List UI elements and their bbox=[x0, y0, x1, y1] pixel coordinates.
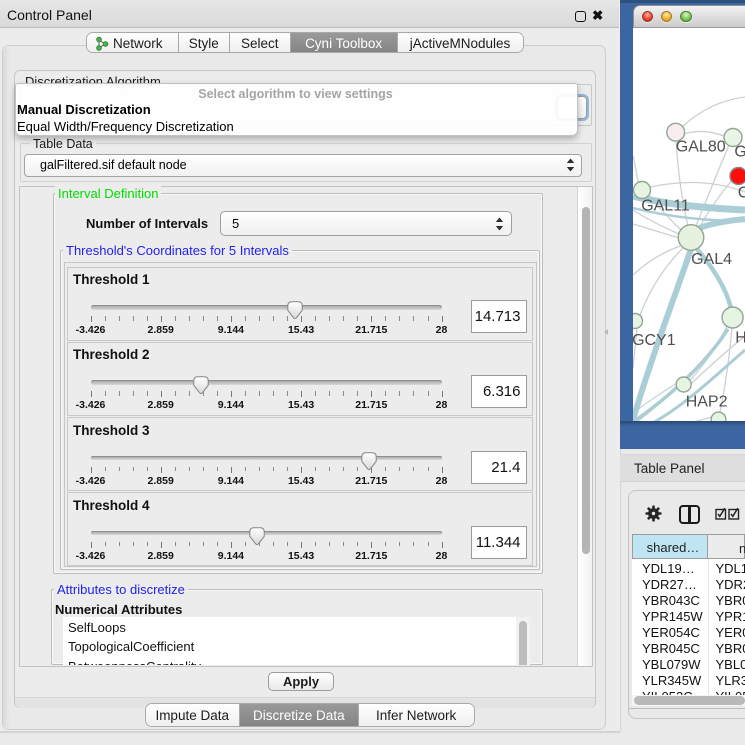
svg-text:GAL: GAL bbox=[734, 143, 745, 160]
svg-text:GAL4: GAL4 bbox=[691, 250, 732, 267]
svg-text:HAP2: HAP2 bbox=[686, 393, 728, 410]
svg-text:H: H bbox=[735, 329, 745, 346]
svg-text:GAL80: GAL80 bbox=[676, 138, 726, 155]
svg-text:GCY1: GCY1 bbox=[633, 331, 676, 348]
svg-text:GAL11: GAL11 bbox=[641, 197, 690, 214]
svg-text:C: C bbox=[738, 184, 745, 201]
